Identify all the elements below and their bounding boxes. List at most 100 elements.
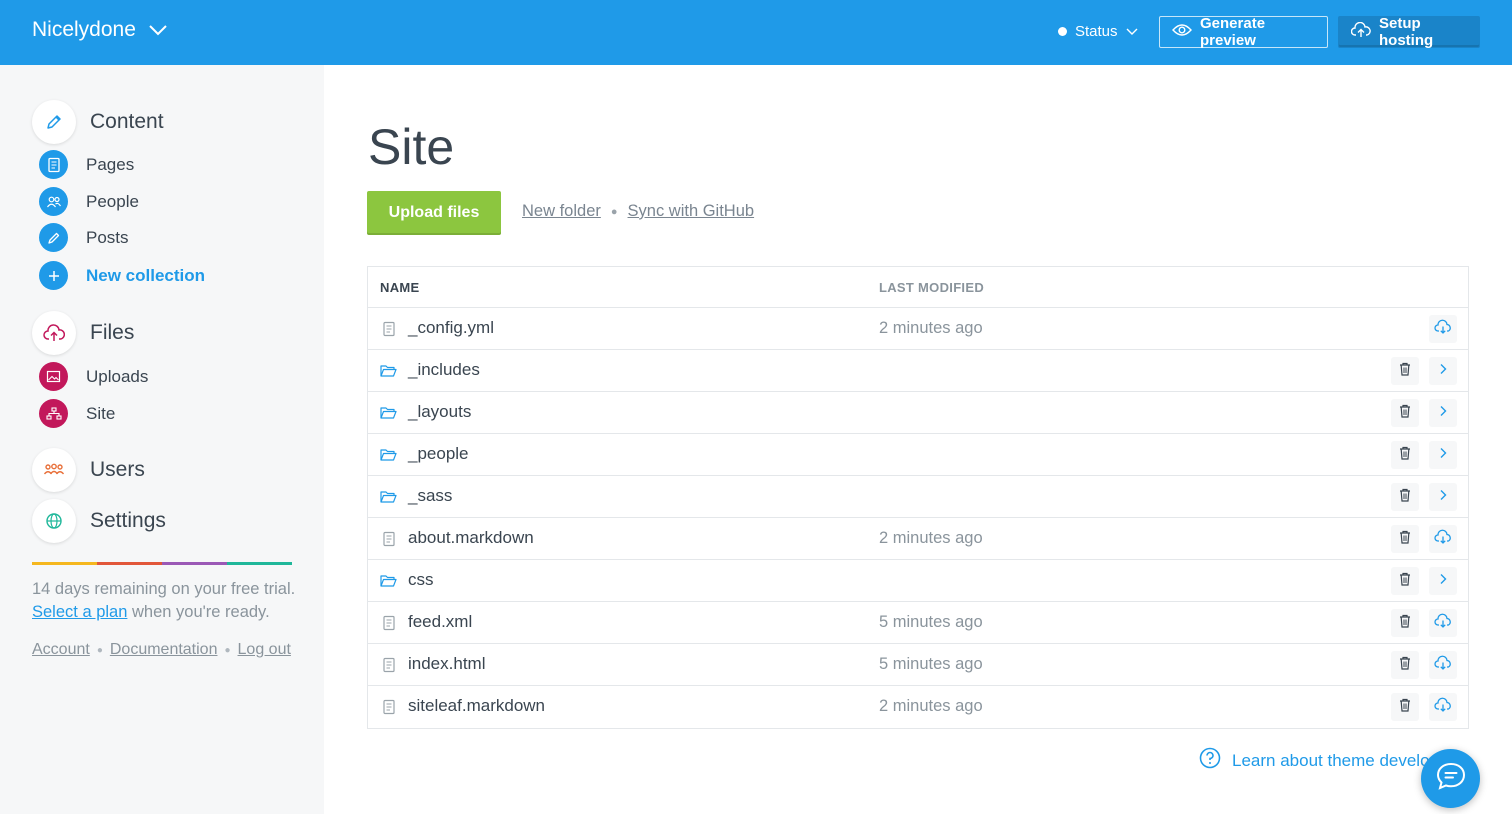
- download-button[interactable]: [1429, 525, 1457, 553]
- sidebar-item-label: Site: [86, 403, 116, 423]
- delete-button[interactable]: [1391, 609, 1419, 637]
- file-icon: [380, 531, 397, 547]
- table-header: NAME LAST MODIFIED: [368, 267, 1468, 308]
- chevron-right-icon: [1439, 572, 1447, 590]
- separator-dot: ●: [224, 644, 231, 656]
- chat-button[interactable]: [1421, 749, 1480, 808]
- chevron-down-icon: [1126, 23, 1138, 40]
- file-name[interactable]: about.markdown: [408, 528, 534, 548]
- help-link-label: Learn about theme develop: [1232, 750, 1439, 770]
- file-name[interactable]: feed.xml: [408, 612, 472, 632]
- sidebar-section-files[interactable]: Files: [32, 311, 134, 355]
- color-bar-segment: [32, 562, 97, 565]
- table-row[interactable]: index.html 5 minutes ago: [368, 644, 1468, 686]
- file-name[interactable]: _layouts: [408, 402, 471, 422]
- theme-help-link[interactable]: Learn about theme develop: [1199, 747, 1439, 774]
- delete-button[interactable]: [1391, 357, 1419, 385]
- file-modified: 2 minutes ago: [879, 529, 983, 547]
- new-folder-link[interactable]: New folder: [522, 202, 601, 221]
- pencil-icon: [32, 100, 76, 144]
- table-row[interactable]: about.markdown 2 minutes ago: [368, 518, 1468, 560]
- upload-files-button[interactable]: Upload files: [367, 191, 501, 235]
- open-folder-button[interactable]: [1429, 567, 1457, 595]
- file-name[interactable]: _config.yml: [408, 318, 494, 338]
- download-button[interactable]: [1429, 693, 1457, 721]
- new-collection-button[interactable]: New collection: [39, 261, 205, 290]
- delete-button[interactable]: [1391, 567, 1419, 595]
- file-name[interactable]: siteleaf.markdown: [408, 696, 545, 716]
- delete-button[interactable]: [1391, 483, 1419, 511]
- chevron-right-icon: [1439, 362, 1447, 380]
- site-switcher[interactable]: Nicelydone: [32, 18, 168, 42]
- file-icon: [380, 657, 397, 673]
- folder-actions: New folder ● Sync with GitHub: [522, 202, 754, 221]
- eye-icon: [1172, 23, 1192, 41]
- file-name[interactable]: index.html: [408, 654, 485, 674]
- download-button[interactable]: [1429, 651, 1457, 679]
- account-link[interactable]: Account: [32, 641, 90, 659]
- chevron-right-icon: [1439, 404, 1447, 422]
- sidebar-item-uploads[interactable]: Uploads: [39, 362, 148, 391]
- delete-button[interactable]: [1391, 651, 1419, 679]
- delete-button[interactable]: [1391, 399, 1419, 427]
- cloud-upload-icon: [1350, 21, 1371, 42]
- file-icon: [380, 615, 397, 631]
- trash-icon: [1399, 614, 1411, 633]
- open-folder-button[interactable]: [1429, 483, 1457, 511]
- open-folder-button[interactable]: [1429, 357, 1457, 385]
- table-row[interactable]: _layouts: [368, 392, 1468, 434]
- table-row[interactable]: _sass: [368, 476, 1468, 518]
- status-dropdown[interactable]: Status: [1058, 23, 1138, 40]
- file-name[interactable]: _people: [408, 444, 469, 464]
- image-icon: [39, 362, 68, 391]
- column-header-modified[interactable]: LAST MODIFIED: [879, 280, 984, 295]
- delete-button[interactable]: [1391, 525, 1419, 553]
- sidebar-item-posts[interactable]: Posts: [39, 223, 129, 252]
- trial-text: 14 days remaining on your free trial.: [32, 580, 296, 598]
- table-row[interactable]: feed.xml 5 minutes ago: [368, 602, 1468, 644]
- setup-hosting-button[interactable]: Setup hosting: [1338, 15, 1480, 49]
- globe-icon: [32, 499, 76, 543]
- sync-github-link[interactable]: Sync with GitHub: [628, 202, 755, 221]
- sitemap-icon: [39, 399, 68, 428]
- file-name[interactable]: css: [408, 570, 434, 590]
- folder-icon: [380, 363, 397, 379]
- sidebar-section-content[interactable]: Content: [32, 100, 164, 144]
- sidebar-item-pages[interactable]: Pages: [39, 150, 134, 179]
- file-name[interactable]: _sass: [408, 486, 452, 506]
- logout-link[interactable]: Log out: [238, 641, 291, 659]
- file-modified: 2 minutes ago: [879, 697, 983, 715]
- sidebar-section-settings[interactable]: Settings: [32, 499, 166, 543]
- table-row[interactable]: siteleaf.markdown 2 minutes ago: [368, 686, 1468, 728]
- open-folder-button[interactable]: [1429, 441, 1457, 469]
- table-row[interactable]: _people: [368, 434, 1468, 476]
- column-header-name[interactable]: NAME: [380, 280, 419, 295]
- download-button[interactable]: [1429, 315, 1457, 343]
- cloud-download-icon: [1434, 613, 1452, 633]
- file-modified: 5 minutes ago: [879, 613, 983, 631]
- generate-preview-button[interactable]: Generate preview: [1159, 15, 1328, 49]
- delete-button[interactable]: [1391, 441, 1419, 469]
- separator-dot: ●: [610, 205, 618, 218]
- file-table: NAME LAST MODIFIED _config.yml 2 minutes …: [367, 266, 1469, 729]
- cloud-download-icon: [1434, 529, 1452, 549]
- table-row[interactable]: _includes: [368, 350, 1468, 392]
- documentation-link[interactable]: Documentation: [110, 641, 218, 659]
- file-name[interactable]: _includes: [408, 360, 480, 380]
- trash-icon: [1399, 488, 1411, 507]
- chevron-down-icon: [148, 24, 168, 36]
- sidebar-section-users[interactable]: Users: [32, 448, 145, 492]
- sidebar-item-people[interactable]: People: [39, 187, 139, 216]
- generate-preview-label: Generate preview: [1200, 15, 1266, 49]
- pages-icon: [39, 150, 68, 179]
- cloud-download-icon: [1434, 319, 1452, 339]
- table-row[interactable]: _config.yml 2 minutes ago: [368, 308, 1468, 350]
- sidebar-item-site[interactable]: Site: [39, 399, 115, 428]
- sidebar-item-label: People: [86, 191, 139, 211]
- select-plan-link[interactable]: Select a plan: [32, 603, 127, 621]
- delete-button[interactable]: [1391, 693, 1419, 721]
- cloud-download-icon: [1434, 697, 1452, 717]
- table-row[interactable]: css: [368, 560, 1468, 602]
- open-folder-button[interactable]: [1429, 399, 1457, 427]
- download-button[interactable]: [1429, 609, 1457, 637]
